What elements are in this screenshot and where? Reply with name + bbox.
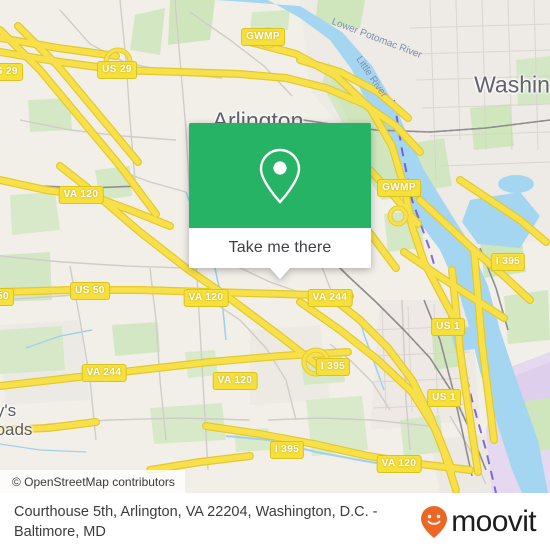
road-shield: US 29 [97, 61, 137, 79]
road-shield: VA 120 [58, 186, 104, 204]
road-shield: I 395 [269, 441, 305, 459]
road-shield: GWMP [377, 179, 421, 197]
road-shield: VA 120 [183, 289, 229, 307]
road-shield: VA 120 [212, 372, 258, 390]
road-shield: US 1 [427, 389, 461, 407]
road-shield: US 1 [431, 318, 465, 336]
moovit-wordmark: moovit [451, 504, 536, 538]
location-caption: Courthouse 5th, Arlington, VA 22204, Was… [14, 503, 378, 540]
take-me-there-label: Take me there [228, 239, 332, 256]
road-shield: I 395 [315, 358, 351, 376]
popup-pointer [269, 267, 291, 279]
take-me-there-button[interactable]: Take me there [189, 228, 371, 279]
road-shield: US 50 [70, 282, 110, 300]
moovit-map-card: Lower Potomac River Little River Arlingt… [0, 0, 550, 550]
map-pin-icon [259, 148, 301, 204]
moovit-brand[interactable]: moovit [419, 504, 537, 539]
popup-image-panel [189, 123, 371, 228]
map-popup[interactable]: Take me there [189, 123, 371, 279]
road-shield: US 29 [0, 63, 23, 81]
road-shield: VA 244 [81, 364, 127, 382]
card-footer: Courthouse 5th, Arlington, VA 22204, Was… [0, 493, 550, 550]
road-shield: 50 [0, 288, 14, 306]
attribution-text: © OpenStreetMap contributors [12, 474, 175, 489]
map-attribution[interactable]: © OpenStreetMap contributors [0, 470, 185, 493]
map-canvas[interactable]: Lower Potomac River Little River Arlingt… [0, 0, 550, 493]
moovit-pin-smiley-icon [421, 505, 448, 538]
road-shield: GWMP [241, 28, 285, 46]
road-shield: VA 244 [307, 289, 353, 307]
road-shield: VA 120 [376, 455, 422, 473]
road-shield: I 395 [490, 253, 526, 271]
